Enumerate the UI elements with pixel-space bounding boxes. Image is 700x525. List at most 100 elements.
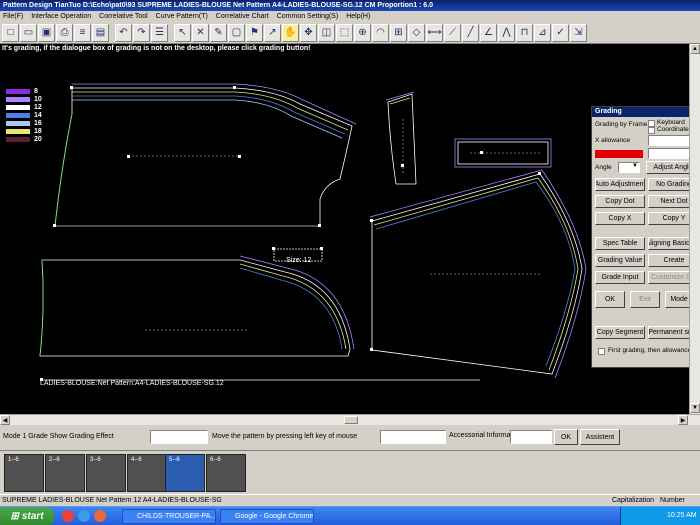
legend-label: 16 [34, 120, 42, 127]
list-icon[interactable]: ☰ [151, 24, 168, 42]
piece-thumbnail[interactable]: 6--6 [206, 454, 246, 492]
grading-value-button[interactable]: Grading Value [595, 254, 645, 267]
task-google-chrome[interactable]: Google - Google Chrome [220, 509, 314, 524]
dialog-title: Grading [592, 107, 700, 117]
first-grading-checkbox[interactable] [598, 348, 605, 355]
piece-thumbnail[interactable]: 1--6 [4, 454, 44, 492]
pointer-icon[interactable]: ↖ [174, 24, 191, 42]
layers-icon[interactable]: ≡ [74, 24, 91, 42]
grid-icon[interactable]: ⊞ [390, 24, 407, 42]
ie-icon[interactable] [78, 510, 90, 522]
scroll-left-icon[interactable]: ◀ [0, 415, 10, 425]
pan-icon[interactable]: ✋ [282, 24, 299, 42]
vertical-scrollbar[interactable]: ▲ ▼ [689, 44, 700, 414]
zoom-icon[interactable]: ⊕ [354, 24, 371, 42]
database-icon[interactable]: ▤ [92, 24, 109, 42]
dialog-exit-button[interactable]: Exit [630, 291, 660, 308]
legend-size-10: 10 [6, 96, 42, 103]
legend-swatch [6, 121, 30, 126]
notch-icon[interactable]: ⊓ [516, 24, 533, 42]
menu-file[interactable]: File(F) [3, 13, 23, 20]
taskbar: ⊞ start CHILDS-TROUSER-PA... Google - Go… [0, 506, 700, 525]
keyboard-label: Keyboard [657, 119, 685, 126]
windows-logo-icon: ⊞ [10, 511, 18, 522]
drawing-canvas[interactable]: It's grading, if the dialogue box of gra… [0, 44, 689, 414]
spec-table-button[interactable]: Spec Table [595, 237, 645, 250]
select-icon[interactable]: ⬚ [336, 24, 353, 42]
keyboard-checkbox[interactable] [648, 120, 655, 127]
export-icon[interactable]: ⇲ [570, 24, 587, 42]
thumbnail-label: 1--6 [8, 457, 19, 463]
coordinate-checkbox[interactable] [648, 127, 655, 134]
task-childs-trouser[interactable]: CHILDS-TROUSER-PA... [122, 509, 216, 524]
move-input[interactable] [380, 430, 446, 444]
legend-label: 10 [34, 96, 42, 103]
menu-correlative-tool[interactable]: Correlative Tool [99, 13, 148, 20]
piece-front-lower [40, 260, 350, 356]
lock-icon[interactable]: ◫ [318, 24, 335, 42]
start-label: start [22, 511, 44, 522]
move-hint: Move the pattern by pressing left key of… [212, 433, 357, 440]
scroll-right-icon[interactable]: ▶ [678, 415, 688, 425]
thumbnail-label: 4--6 [131, 457, 142, 463]
angle-select[interactable]: ▼ [618, 162, 640, 173]
cross-icon[interactable]: ✕ [192, 24, 209, 42]
print-icon[interactable]: ⎙ [56, 24, 73, 42]
cmd-ok-button[interactable]: OK [554, 429, 578, 445]
mode-input[interactable] [150, 430, 208, 444]
copy-x-button[interactable]: Copy X [595, 212, 645, 225]
piece-front-upper [55, 88, 352, 226]
piece-thumbnail[interactable]: 3--6 [86, 454, 126, 492]
scroll-up-icon[interactable]: ▲ [690, 44, 700, 54]
start-button[interactable]: ⊞ start [0, 507, 54, 525]
menu-common-setting[interactable]: Common Setting(S) [277, 13, 338, 20]
copy-dot-button[interactable]: Copy Dot [595, 195, 645, 208]
menu-help[interactable]: Help(H) [346, 13, 370, 20]
chevron-down-icon: ▼ [632, 163, 638, 169]
horizontal-scrollbar[interactable]: ◀ ▶ [0, 414, 700, 425]
dialog-ok-button[interactable]: OK [595, 291, 625, 308]
scroll-thumb[interactable] [344, 416, 358, 424]
flag-icon[interactable]: ⚑ [246, 24, 263, 42]
open-icon[interactable]: ▭ [20, 24, 37, 42]
auto-adjustment-button[interactable]: Auto Adjustment [595, 178, 645, 191]
redo-icon[interactable]: ↷ [133, 24, 150, 42]
legend-label: 20 [34, 136, 42, 143]
shape-icon[interactable]: ◇ [408, 24, 425, 42]
browser-icon[interactable] [94, 510, 106, 522]
menu-bar: File(F) Interface Operation Correlative … [0, 11, 700, 22]
undo-icon[interactable]: ↶ [115, 24, 132, 42]
menu-correlative-chart[interactable]: Correlative Chart [216, 13, 269, 20]
scroll-down-icon[interactable]: ▼ [690, 403, 700, 413]
thumbnail-label: 3--6 [90, 457, 101, 463]
legend-size-14: 14 [6, 112, 42, 119]
piece-thumbnail[interactable]: 2--6 [45, 454, 85, 492]
copy-segment-button[interactable]: Copy Segment [595, 326, 645, 339]
legend-swatch [6, 97, 30, 102]
command-bar: Mode 1 Grade Show Grading Effect Move th… [0, 425, 700, 450]
move-icon[interactable]: ✥ [300, 24, 317, 42]
grade-input-button[interactable]: Grade Input [595, 271, 645, 284]
dimension-icon[interactable]: ⟷ [426, 24, 443, 42]
toolbar: □ ▭ ▣ ⎙ ≡ ▤ ↶ ↷ ☰ ↖ ✕ ✎ ▢ ⚑ ↗ ✋ ✥ ◫ ⬚ ⊕ … [0, 22, 700, 44]
grade-icon[interactable]: ⊿ [534, 24, 551, 42]
first-grading-label: First grading, then allowance [608, 347, 691, 354]
new-icon[interactable]: □ [2, 24, 19, 42]
piece-thumbnail-selected[interactable]: 5--6 [165, 454, 205, 492]
piece-thumbnail[interactable]: 4--6 [127, 454, 167, 492]
angle-icon[interactable]: ∠ [480, 24, 497, 42]
drape-icon[interactable]: ⋀ [498, 24, 515, 42]
menu-interface-operation[interactable]: Interface Operation [31, 13, 91, 20]
chrome-icon[interactable] [62, 510, 74, 522]
line-icon[interactable]: ╱ [462, 24, 479, 42]
knife-icon[interactable]: ⟋ [444, 24, 461, 42]
accessorial-input[interactable] [510, 430, 552, 444]
check-icon[interactable]: ✓ [552, 24, 569, 42]
measure-icon[interactable]: ↗ [264, 24, 281, 42]
rectangle-icon[interactable]: ▢ [228, 24, 245, 42]
assistant-button[interactable]: Assistent [580, 429, 620, 445]
save-icon[interactable]: ▣ [38, 24, 55, 42]
menu-curve-pattern[interactable]: Curve Pattern(T) [156, 13, 208, 20]
pen-icon[interactable]: ✎ [210, 24, 227, 42]
arc-icon[interactable]: ◠ [372, 24, 389, 42]
